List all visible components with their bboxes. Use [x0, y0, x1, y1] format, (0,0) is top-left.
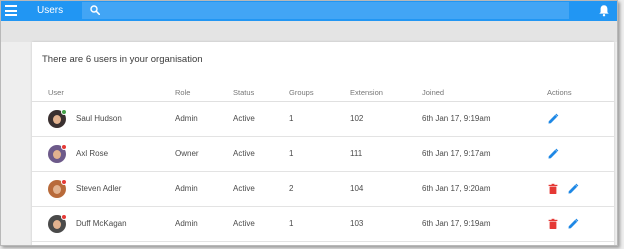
table-header-row: User Role Status Groups Extension Joined… [32, 84, 614, 102]
bell-icon[interactable] [598, 4, 610, 17]
presence-dot-icon [61, 143, 67, 150]
avatar[interactable] [48, 178, 67, 198]
column-header-user[interactable]: User [32, 84, 175, 102]
user-cell: Saul Hudson [32, 101, 175, 137]
users-table: User Role Status Groups Extension Joined… [32, 84, 614, 242]
joined-cell: 6th Jan 17, 9:20am [422, 171, 547, 207]
page-title: Users [37, 5, 64, 16]
search-icon [90, 5, 100, 15]
user-name[interactable]: Duff McKagan [76, 219, 127, 228]
avatar[interactable] [48, 108, 67, 128]
user-name[interactable]: Steven Adler [76, 184, 121, 193]
extension-cell: 103 [350, 206, 422, 242]
joined-cell: 6th Jan 17, 9:17am [422, 136, 547, 172]
column-header-role[interactable]: Role [175, 84, 233, 102]
presence-dot-icon [61, 108, 67, 115]
extension-cell: 111 [350, 136, 422, 172]
users-count-title: There are 6 users in your organisation [42, 54, 203, 65]
top-app-bar: Users [1, 1, 617, 21]
pencil-icon[interactable] [547, 113, 559, 125]
status-cell: Active [233, 171, 289, 207]
user-cell: Axl Rose [32, 136, 175, 172]
status-cell: Active [233, 206, 289, 242]
column-header-extension[interactable]: Extension [350, 84, 422, 102]
status-cell: Active [233, 101, 289, 137]
pencil-icon[interactable] [567, 183, 579, 195]
groups-cell: 1 [289, 101, 350, 137]
joined-cell: 6th Jan 17, 9:19am [422, 206, 547, 242]
avatar[interactable] [48, 213, 67, 233]
pencil-icon[interactable] [547, 148, 559, 160]
app-window: Users There are 6 users in your organisa… [0, 0, 618, 246]
column-header-groups[interactable]: Groups [289, 84, 350, 102]
user-name[interactable]: Saul Hudson [76, 114, 122, 123]
user-name[interactable]: Axl Rose [76, 149, 108, 158]
actions-cell [547, 136, 614, 172]
trash-icon[interactable] [547, 183, 559, 195]
avatar[interactable] [48, 143, 67, 163]
groups-cell: 1 [289, 136, 350, 172]
page-header-strip [1, 21, 617, 42]
groups-cell: 2 [289, 171, 350, 207]
extension-cell: 104 [350, 171, 422, 207]
extension-cell: 102 [350, 101, 422, 137]
column-header-actions: Actions [547, 84, 614, 102]
actions-cell [547, 206, 614, 242]
users-card: There are 6 users in your organisation U… [32, 42, 614, 245]
presence-dot-icon [61, 178, 67, 185]
actions-cell [547, 101, 614, 137]
trash-icon[interactable] [547, 218, 559, 230]
column-header-status[interactable]: Status [233, 84, 289, 102]
role-cell: Owner [175, 136, 233, 172]
role-cell: Admin [175, 206, 233, 242]
search-input[interactable] [104, 3, 564, 18]
user-cell: Steven Adler [32, 171, 175, 207]
actions-cell [547, 171, 614, 207]
joined-cell: 6th Jan 17, 9:19am [422, 101, 547, 137]
column-header-joined[interactable]: Joined [422, 84, 547, 102]
table-row[interactable]: Axl Rose Owner Active 1 111 6th Jan 17, 9:17a… [32, 136, 614, 172]
table-row[interactable]: Steven Adler Admin Active 2 104 6th Jan 17, 9… [32, 171, 614, 207]
user-cell: Duff McKagan [32, 206, 175, 242]
table-row[interactable]: Duff McKagan Admin Active 1 103 6th Jan 17, 9… [32, 206, 614, 242]
status-cell: Active [233, 136, 289, 172]
presence-dot-icon [61, 213, 67, 220]
hamburger-icon[interactable] [5, 5, 18, 16]
role-cell: Admin [175, 171, 233, 207]
role-cell: Admin [175, 101, 233, 137]
pencil-icon[interactable] [567, 218, 579, 230]
search-bar[interactable] [82, 2, 569, 19]
table-row[interactable]: Saul Hudson Admin Active 1 102 6th Jan 17, 9:… [32, 101, 614, 137]
groups-cell: 1 [289, 206, 350, 242]
